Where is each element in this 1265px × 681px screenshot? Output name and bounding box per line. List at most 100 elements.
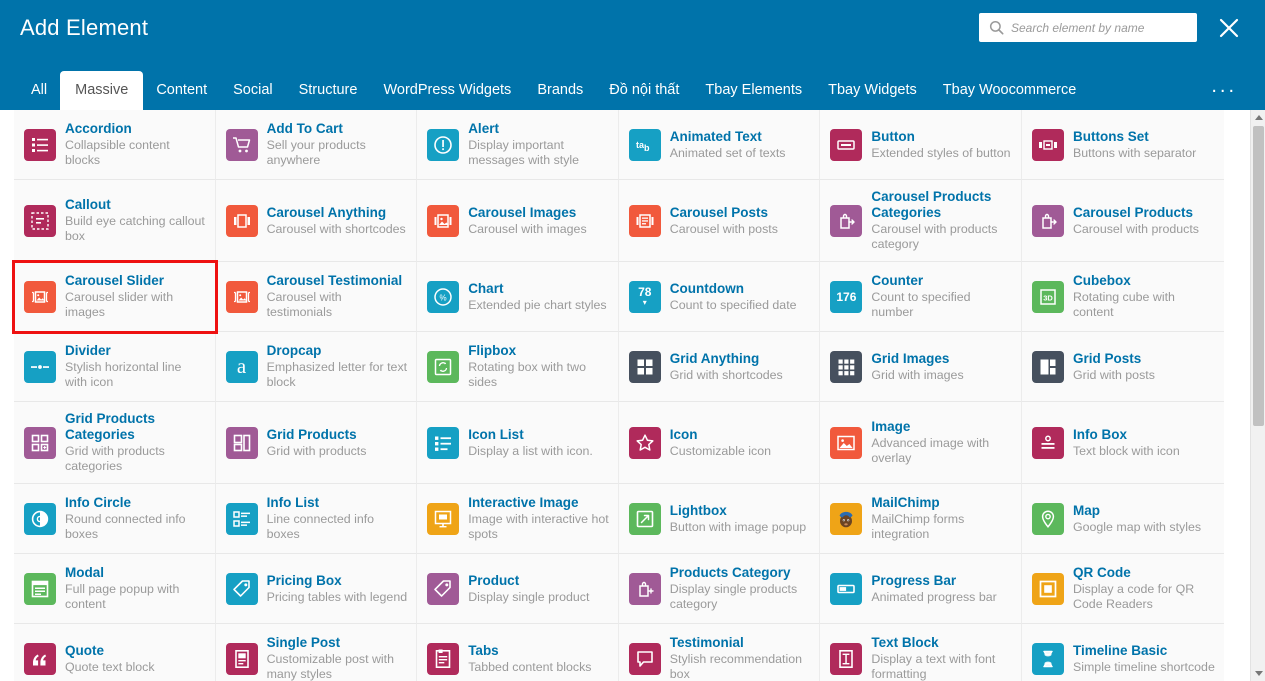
element-card[interactable]: Image Advanced image with overlay <box>820 402 1022 484</box>
tab-content[interactable]: Content <box>143 72 220 110</box>
element-card[interactable]: Button Extended styles of button <box>820 110 1022 180</box>
elements-grid: Accordion Collapsible content blocks Add T… <box>12 110 1224 681</box>
buttons-set-icon <box>1031 128 1064 161</box>
element-description: Display single product <box>468 589 590 604</box>
element-card[interactable]: Grid Products Grid with products <box>215 402 418 484</box>
element-meta: Timeline Basic Simple timeline shortcode <box>1073 643 1215 675</box>
tab-all[interactable]: All <box>18 72 60 110</box>
element-description: Display a code for QR Code Readers <box>1072 582 1195 611</box>
element-card[interactable]: Products Category Display single products… <box>618 554 821 624</box>
scroll-down-button[interactable] <box>1251 666 1265 681</box>
scroll-up-button[interactable] <box>1251 110 1265 125</box>
tab-structure[interactable]: Structure <box>286 72 371 110</box>
element-card[interactable]: Divider Stylish horizontal line with icon <box>14 332 216 402</box>
element-card[interactable]: Icon List Display a list with icon. <box>417 402 619 484</box>
element-card[interactable]: Timeline Basic Simple timeline shortcode <box>1021 624 1224 681</box>
more-tabs-button[interactable]: ... <box>1201 71 1247 110</box>
info-circle-icon <box>24 502 56 535</box>
tab-wordpress-widgets[interactable]: WordPress Widgets <box>370 72 524 110</box>
element-description: Display a text with font formatting <box>871 652 996 681</box>
element-card[interactable]: Modal Full page popup with content <box>14 554 216 624</box>
element-name: Info Box <box>1072 426 1127 442</box>
tab-brands[interactable]: Brands <box>524 72 596 110</box>
scrollbar-thumb[interactable] <box>1253 126 1264 426</box>
element-card[interactable]: Carousel Testimonial Carousel with testim… <box>215 262 418 332</box>
element-card[interactable]: 176 Counter Count to specified number <box>820 262 1022 332</box>
modal-window-icon <box>24 572 56 605</box>
element-meta: Text Block Display a text with font forma… <box>871 635 1013 681</box>
grid-posts-icon <box>1031 350 1064 383</box>
element-card[interactable]: Grid Posts Grid with posts <box>1021 332 1224 402</box>
element-card[interactable]: Carousel Anything Carousel with shortcode… <box>215 180 418 262</box>
tab-tbay-elements[interactable]: Tbay Elements <box>692 72 815 110</box>
search-input[interactable] <box>1005 19 1189 36</box>
tab-đồ-nội-thất[interactable]: Đồ nội thất <box>596 72 692 110</box>
element-card[interactable]: Accordion Collapsible content blocks <box>14 110 216 180</box>
element-name: Icon List <box>468 426 524 442</box>
cart-icon <box>225 128 258 161</box>
element-card[interactable]: Single Post Customizable post with many s… <box>215 624 418 681</box>
element-meta: Grid Products Categories Grid with produc… <box>65 411 207 474</box>
element-description: Customizable icon <box>669 443 772 458</box>
element-description: Animated progress bar <box>871 589 997 604</box>
element-card[interactable]: Pricing Box Pricing tables with legend <box>215 554 418 624</box>
element-meta: Grid Products Grid with products <box>267 427 367 459</box>
element-card[interactable]: Tabs Tabbed content blocks <box>417 624 619 681</box>
element-card[interactable]: Carousel Images Carousel with images <box>417 180 619 262</box>
element-card[interactable]: Lightbox Button with image popup <box>618 484 821 554</box>
element-card[interactable]: % Chart Extended pie chart styles <box>417 262 619 332</box>
tab-massive[interactable]: Massive <box>60 71 144 110</box>
element-card[interactable]: Callout Build eye catching callout box <box>14 180 216 262</box>
tab-tbay-woocommerce[interactable]: Tbay Woocommerce <box>930 72 1090 110</box>
element-meta: Interactive Image Image with interactive … <box>468 495 610 542</box>
element-description: Simple timeline shortcode <box>1072 659 1215 674</box>
element-card[interactable]: 78 ▾ Countdown Count to specified date <box>618 262 821 332</box>
element-card[interactable]: Add To Cart Sell your products anywhere <box>215 110 418 180</box>
element-card[interactable]: Quote Quote text block <box>14 624 216 681</box>
element-card[interactable]: Carousel Slider Carousel slider with imag… <box>12 260 218 334</box>
element-card[interactable]: ta b Animated Text Animated set of texts <box>618 110 821 180</box>
element-card[interactable]: QR Code Display a code for QR Code Reader… <box>1021 554 1224 624</box>
element-card[interactable]: Interactive Image Image with interactive … <box>417 484 619 554</box>
element-card[interactable]: Carousel Posts Carousel with posts <box>618 180 821 262</box>
element-name: Text Block <box>871 635 939 650</box>
close-button[interactable] <box>1213 12 1245 44</box>
element-card[interactable]: Buttons Set Buttons with separator <box>1021 110 1224 180</box>
element-description: Stylish recommendation box <box>669 652 803 681</box>
element-card[interactable]: a Dropcap Emphasized letter for text block <box>215 332 418 402</box>
elements-panel: Accordion Collapsible content blocks Add T… <box>0 110 1265 681</box>
element-description: Carousel with testimonials <box>266 290 342 319</box>
element-description: MailChimp forms integration <box>871 512 965 541</box>
element-card[interactable]: Map Google map with styles <box>1021 484 1224 554</box>
element-meta: Info Circle Round connected info boxes <box>65 495 207 542</box>
element-card[interactable]: Flipbox Rotating box with two sides <box>417 332 619 402</box>
element-card[interactable]: Info Circle Round connected info boxes <box>14 484 216 554</box>
flip-icon <box>427 350 460 383</box>
vertical-scrollbar[interactable] <box>1250 110 1265 681</box>
element-card[interactable]: Grid Anything Grid with shortcodes <box>618 332 821 402</box>
element-card[interactable]: Testimonial Stylish recommendation box <box>618 624 821 681</box>
element-card[interactable]: Grid Products Categories Grid with produc… <box>14 402 216 484</box>
element-name: Carousel Anything <box>266 204 387 220</box>
element-description: Grid with products categories <box>65 444 165 473</box>
element-card[interactable]: Alert Display important messages with sty… <box>417 110 619 180</box>
tab-tbay-widgets[interactable]: Tbay Widgets <box>815 72 930 110</box>
element-description: Carousel with shortcodes <box>266 221 406 236</box>
element-name: Progress Bar <box>871 572 957 588</box>
search-box[interactable] <box>979 13 1197 42</box>
element-card[interactable]: Icon Customizable icon <box>618 402 821 484</box>
element-card[interactable]: Progress Bar Animated progress bar <box>820 554 1022 624</box>
element-card[interactable]: 3D Cubebox Rotating cube with content <box>1021 262 1224 332</box>
element-card[interactable]: Product Display single product <box>417 554 619 624</box>
element-card[interactable]: Carousel Products Categories Carousel wit… <box>820 180 1022 262</box>
element-card[interactable]: Carousel Products Carousel with products <box>1021 180 1224 262</box>
element-card[interactable]: MailChimp MailChimp forms integration <box>820 484 1022 554</box>
hourglass-icon <box>1031 642 1064 675</box>
element-description: Extended styles of button <box>871 145 1011 160</box>
element-card[interactable]: Grid Images Grid with images <box>820 332 1022 402</box>
element-card[interactable]: Text Block Display a text with font forma… <box>820 624 1022 681</box>
expand-arrow-icon <box>628 502 661 535</box>
element-card[interactable]: Info Box Text block with icon <box>1021 402 1224 484</box>
element-card[interactable]: Info List Line connected info boxes <box>215 484 418 554</box>
tab-social[interactable]: Social <box>220 72 286 110</box>
